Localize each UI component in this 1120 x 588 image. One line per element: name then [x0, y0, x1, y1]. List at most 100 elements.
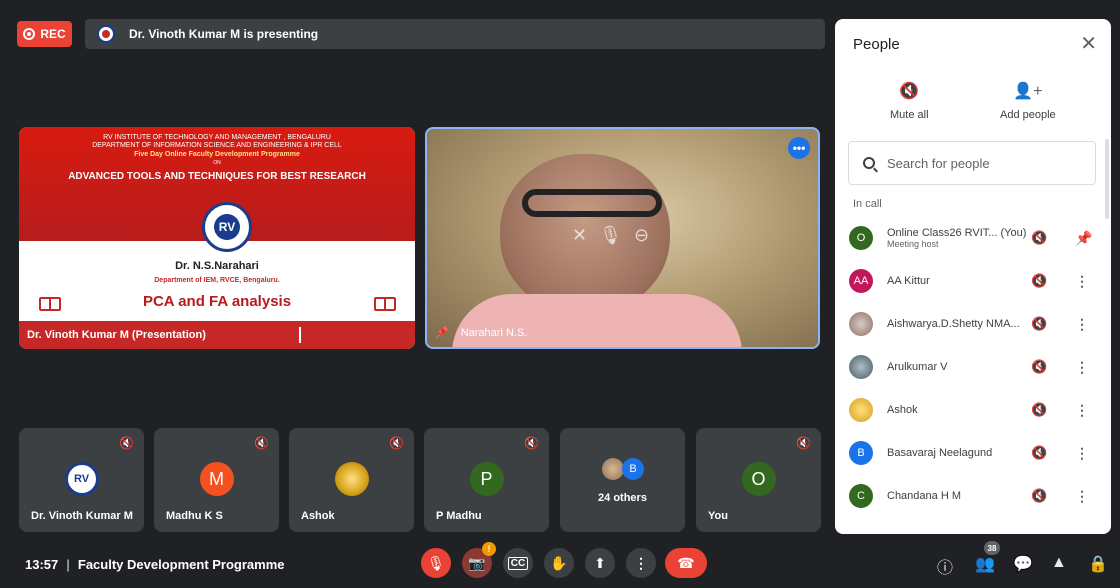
- present-button[interactable]: ⬆: [585, 548, 615, 578]
- mic-off-icon: 🔇: [1031, 273, 1048, 288]
- text-cursor: [299, 327, 301, 343]
- person-name: Arulkumar V: [887, 361, 948, 373]
- others-count: 24 others: [598, 492, 647, 504]
- more-vert-icon[interactable]: ⋮: [1075, 402, 1089, 419]
- rv-logo: RV: [202, 202, 252, 252]
- presenter-avatar: [97, 25, 115, 43]
- avatar: [849, 398, 873, 422]
- slide-programme: Five Day Online Faculty Development Prog…: [134, 151, 300, 158]
- pin-off-icon[interactable]: ✕: [572, 225, 587, 246]
- more-options-button[interactable]: •••: [788, 137, 810, 159]
- search-input[interactable]: Search for people: [848, 141, 1096, 185]
- hang-up-icon: ☎: [677, 554, 695, 571]
- avatar: C: [849, 484, 873, 508]
- participant-name: You: [708, 510, 728, 522]
- pin-icon[interactable]: 📌: [1075, 230, 1092, 247]
- avatar: M: [199, 462, 234, 496]
- slide-topic: PCA and FA analysis: [142, 293, 292, 310]
- remove-icon[interactable]: ⊖: [634, 225, 649, 246]
- person-role: Meeting host: [887, 239, 939, 249]
- mic-off-icon: 🔇: [1031, 359, 1048, 374]
- mic-toggle-button[interactable]: 🎙: [421, 548, 451, 578]
- person-name: AA Kittur: [887, 275, 930, 287]
- list-item[interactable]: Ashok 🔇 ⋮: [849, 394, 1097, 426]
- more-vert-icon[interactable]: ⋮: [1075, 359, 1089, 376]
- avatar: P: [469, 462, 504, 496]
- presentation-tile[interactable]: RV INSTITUTE OF TECHNOLOGY AND MANAGEMEN…: [19, 127, 415, 349]
- participant-tile[interactable]: 🔇 M Madhu K S: [154, 428, 279, 532]
- rv-logo-text: RV: [214, 214, 240, 240]
- participant-tile[interactable]: 🔇 RV Dr. Vinoth Kumar M: [19, 428, 144, 532]
- add-people-label: Add people: [1000, 109, 1056, 121]
- avatar: B: [849, 441, 873, 465]
- panel-title: People: [853, 36, 900, 53]
- avatar: O: [849, 226, 873, 250]
- list-item[interactable]: B Basavaraj Neelagund 🔇 ⋮: [849, 437, 1097, 469]
- person-name: Aishwarya.D.Shetty NMA...: [887, 318, 1020, 330]
- more-vert-icon[interactable]: ⋮: [1075, 273, 1089, 290]
- people-panel: People ✕ 🔇 Mute all 👤+ Add people Search…: [835, 19, 1111, 534]
- mute-all-button[interactable]: 🔇 Mute all: [890, 81, 929, 121]
- clock-time: 13:57: [25, 557, 59, 572]
- others-tile[interactable]: B 24 others: [560, 428, 685, 532]
- avatar: AA: [849, 269, 873, 293]
- list-item[interactable]: AA AA Kittur 🔇 ⋮: [849, 265, 1097, 297]
- rec-label: REC: [40, 27, 66, 41]
- mute-all-label: Mute all: [890, 109, 929, 121]
- leave-call-button[interactable]: ☎: [665, 548, 707, 578]
- more-vert-icon[interactable]: ⋮: [1075, 316, 1089, 333]
- pin-icon: 📌: [435, 327, 449, 339]
- hand-icon: ✋: [550, 554, 568, 571]
- scrollbar[interactable]: [1105, 139, 1109, 219]
- participant-tile[interactable]: 🔇 P P Madhu: [424, 428, 549, 532]
- list-item[interactable]: Arulkumar V 🔇 ⋮: [849, 351, 1097, 383]
- speaker-video-tile[interactable]: ✕ 🎙 ⊖ ••• 📌 Narahari N.S.: [425, 127, 820, 349]
- raise-hand-button[interactable]: ✋: [544, 548, 574, 578]
- mic-off-icon: 🔇: [119, 436, 134, 450]
- people-icon[interactable]: 👥: [975, 554, 995, 574]
- list-item[interactable]: C Chandana H M 🔇 ⋮: [849, 480, 1097, 512]
- record-icon: [23, 28, 36, 40]
- meeting-info: 13:57 | Faculty Development Programme: [25, 557, 285, 572]
- avatar: [849, 312, 873, 336]
- search-placeholder: Search for people: [887, 155, 990, 171]
- tile-hover-controls: ✕ 🎙 ⊖: [572, 225, 649, 246]
- more-vert-icon: ⋮: [634, 554, 648, 571]
- avatar: [334, 462, 369, 496]
- more-vert-icon[interactable]: ⋮: [1075, 445, 1089, 462]
- person-name: Basavaraj Neelagund: [887, 447, 993, 459]
- participant-count-badge: 38: [984, 541, 1000, 555]
- close-icon[interactable]: ✕: [1080, 31, 1097, 56]
- mic-off-icon: 🔇: [1031, 445, 1048, 460]
- camera-toggle-button[interactable]: 📷 !: [462, 542, 496, 578]
- info-icon[interactable]: ⓘ: [937, 554, 953, 578]
- mic-off-icon: 🔇: [1031, 230, 1048, 245]
- captions-icon: CC: [507, 556, 529, 570]
- more-options-button[interactable]: ⋮: [626, 548, 656, 578]
- chat-icon[interactable]: 💬: [1013, 554, 1033, 574]
- participant-tile[interactable]: 🔇 Ashok: [289, 428, 414, 532]
- presentation-label-bar: Dr. Vinoth Kumar M (Presentation): [19, 321, 415, 349]
- host-controls-icon[interactable]: 🔒: [1088, 554, 1108, 574]
- self-tile[interactable]: 🔇 O You: [696, 428, 821, 532]
- activities-icon[interactable]: ▲: [1051, 554, 1067, 572]
- list-item[interactable]: O Online Class26 RVIT... (You) Meeting h…: [849, 222, 1097, 254]
- mic-off-icon: 🔇: [1031, 402, 1048, 417]
- mic-icon[interactable]: 🎙: [599, 225, 622, 246]
- captions-button[interactable]: CC: [503, 548, 533, 578]
- in-call-heading: In call: [853, 198, 882, 210]
- avatar: B: [622, 458, 644, 480]
- book-icon: [374, 297, 396, 311]
- present-icon: ⬆: [594, 554, 606, 571]
- participant-name: P Madhu: [436, 510, 482, 522]
- participant-name: Ashok: [301, 510, 335, 522]
- add-people-button[interactable]: 👤+ Add people: [1000, 81, 1056, 121]
- more-vert-icon[interactable]: ⋮: [1075, 488, 1089, 505]
- mic-off-icon: 🔇: [389, 436, 404, 450]
- presentation-label: Dr. Vinoth Kumar M (Presentation): [27, 329, 206, 341]
- person-name: Ashok: [887, 404, 918, 416]
- speaker-shirt: [452, 294, 742, 347]
- mic-off-icon: 🔇: [1031, 316, 1048, 331]
- list-item[interactable]: Aishwarya.D.Shetty NMA... 🔇 ⋮: [849, 308, 1097, 340]
- avatar: RV: [64, 462, 99, 496]
